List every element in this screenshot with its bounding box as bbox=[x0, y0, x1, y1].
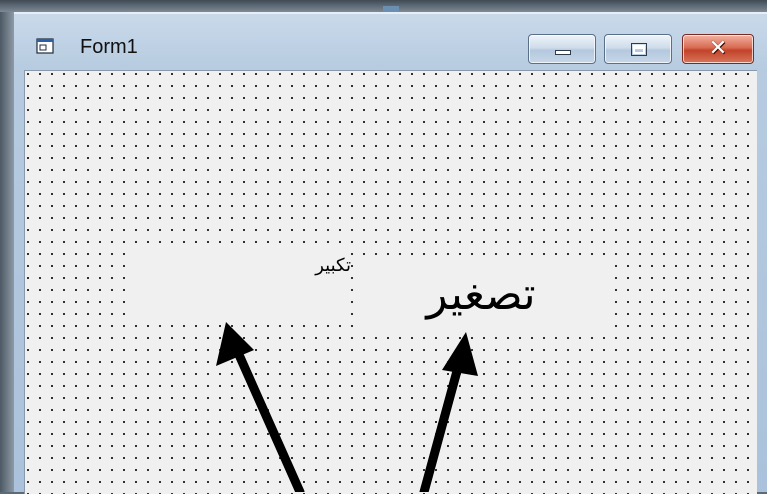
form-icon bbox=[36, 38, 54, 54]
close-icon: ✕ bbox=[708, 36, 728, 61]
title-bar[interactable]: Form1 ✕ bbox=[14, 14, 767, 70]
minimize-button[interactable] bbox=[528, 34, 596, 64]
background-edge bbox=[0, 12, 14, 492]
label-shrink[interactable]: تصغير bbox=[355, 257, 607, 331]
form-window[interactable]: Form1 ✕ تكبير تصغير bbox=[14, 12, 767, 494]
maximize-icon bbox=[631, 43, 647, 56]
minimize-icon bbox=[555, 50, 571, 55]
window-title: Form1 bbox=[80, 36, 138, 58]
form-design-surface[interactable]: تكبير تصغير bbox=[24, 70, 757, 494]
maximize-button[interactable] bbox=[604, 34, 672, 64]
label-enlarge[interactable]: تكبير bbox=[125, 247, 351, 319]
close-button[interactable]: ✕ bbox=[682, 34, 754, 64]
background-strip bbox=[0, 0, 767, 12]
